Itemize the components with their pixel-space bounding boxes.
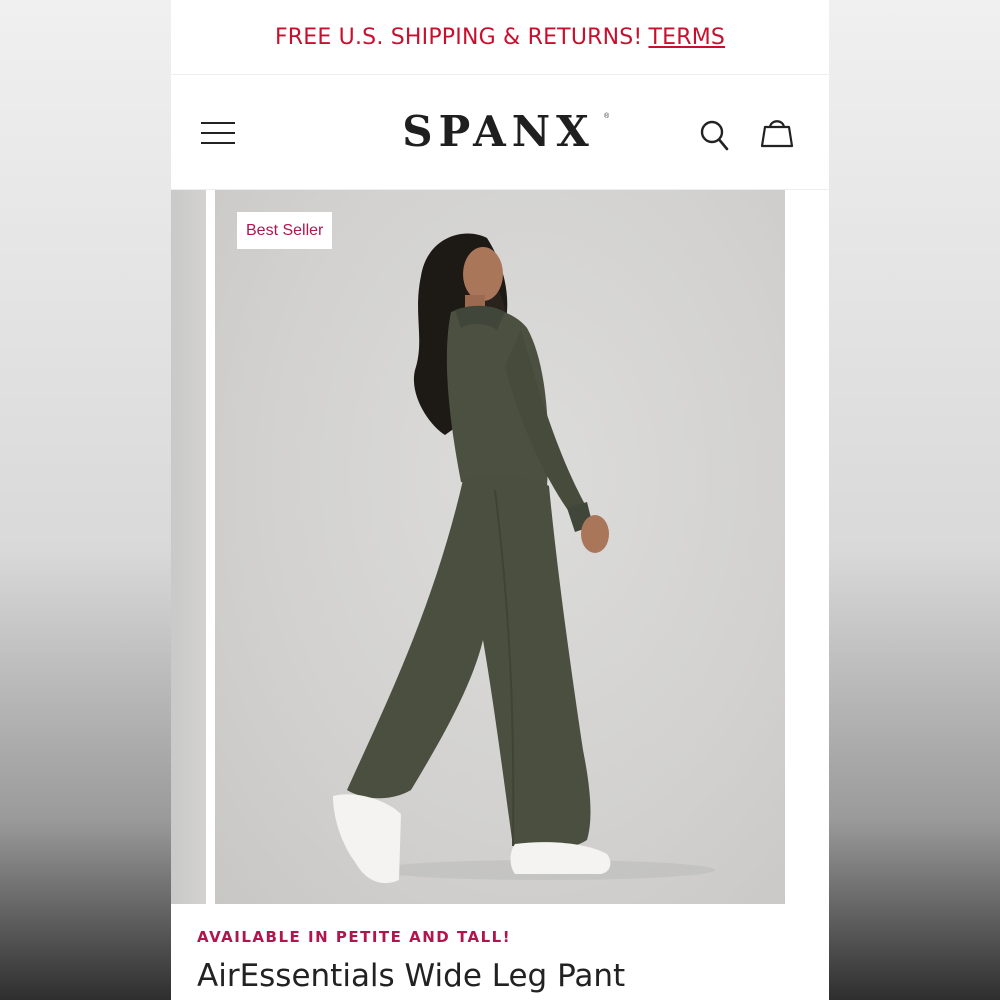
shopping-bag-icon[interactable]	[759, 115, 795, 151]
search-icon[interactable]	[699, 119, 731, 153]
previous-slide-image[interactable]	[171, 190, 206, 904]
promo-text: FREE U.S. SHIPPING & RETURNS!	[274, 24, 643, 50]
best-seller-badge: Best Seller	[237, 212, 333, 249]
menu-icon[interactable]	[201, 118, 237, 146]
menu-line	[201, 122, 235, 124]
site-header: SPANX ®	[171, 74, 829, 190]
logo-registered-mark: ®	[604, 113, 610, 120]
model-illustration	[333, 233, 715, 884]
menu-line	[201, 132, 235, 134]
menu-line	[201, 142, 235, 144]
terms-link[interactable]: TERMS	[648, 25, 725, 50]
mobile-page: FREE U.S. SHIPPING & RETURNS! TERMS SPAN…	[171, 0, 829, 1000]
product-title: AirEssentials Wide Leg Pant	[197, 958, 626, 994]
availability-note: AVAILABLE IN PETITE AND TALL!	[197, 928, 512, 946]
promo-banner: FREE U.S. SHIPPING & RETURNS! TERMS	[171, 0, 829, 74]
product-image[interactable]: Best Seller	[215, 190, 785, 904]
product-gallery[interactable]: Best Seller	[171, 190, 829, 904]
site-logo[interactable]: SPANX	[386, 109, 611, 155]
